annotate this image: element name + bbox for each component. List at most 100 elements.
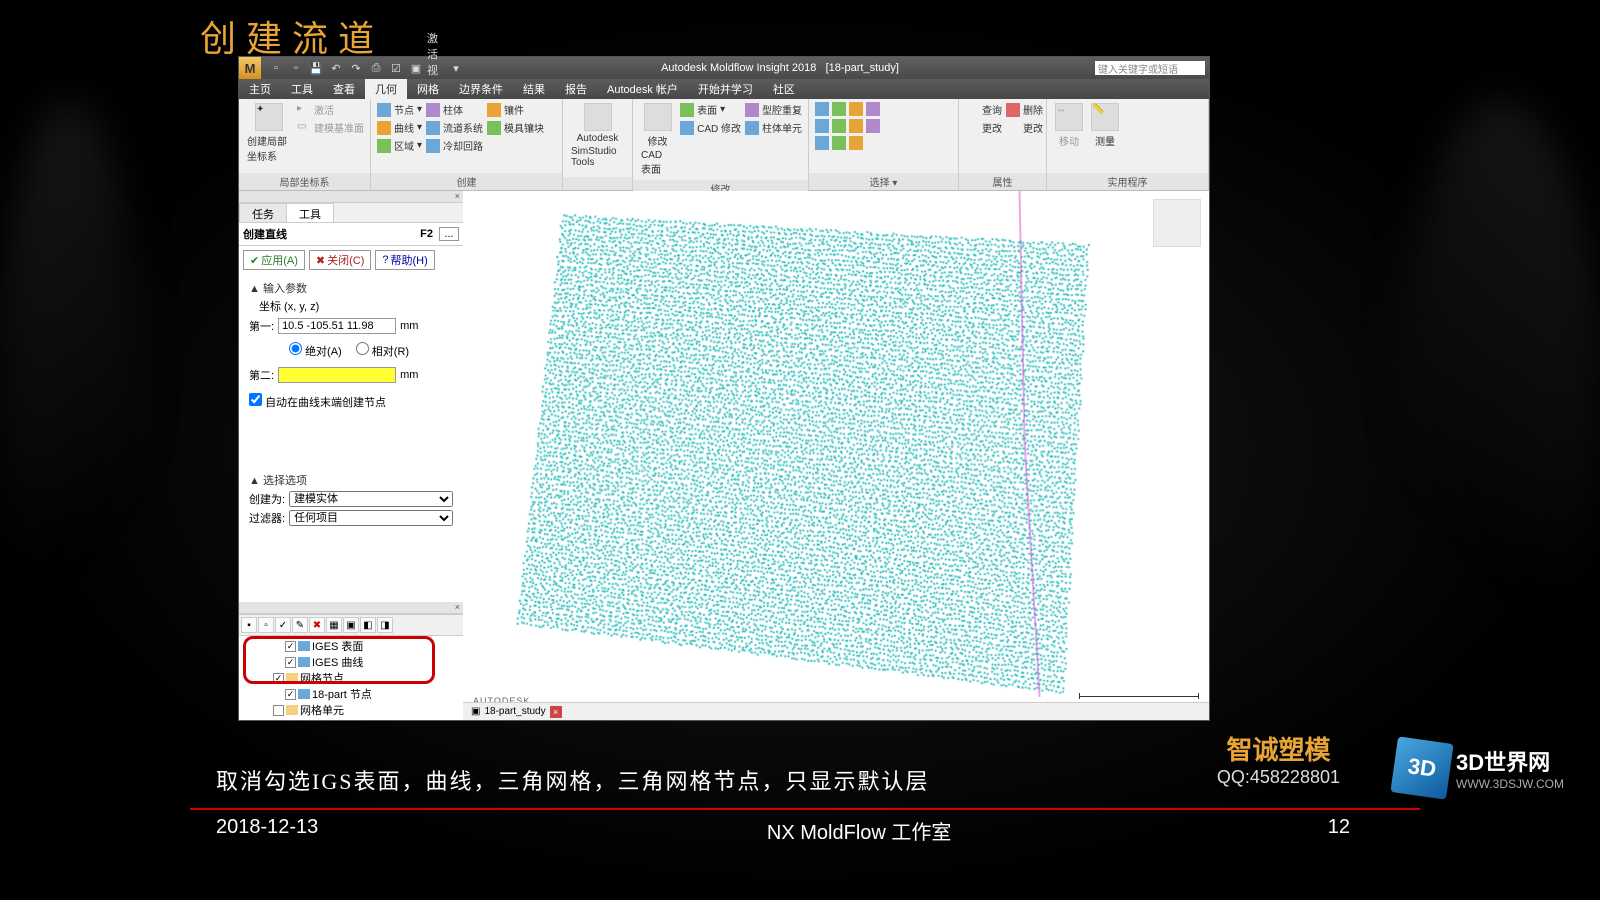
close-tab-icon[interactable]: × bbox=[550, 706, 562, 718]
menu-开始并学习[interactable]: 开始并学习 bbox=[688, 79, 763, 99]
region-button[interactable]: 区域 ▾ bbox=[377, 137, 422, 154]
tab-tools[interactable]: 工具 bbox=[286, 203, 334, 222]
tree-tb-icon[interactable]: ◧ bbox=[360, 617, 376, 633]
change-button: 更改 bbox=[965, 119, 1002, 136]
view-cube[interactable] bbox=[1153, 199, 1201, 247]
first-label: 第一: bbox=[249, 318, 274, 334]
study-tab-icon[interactable]: ▣ bbox=[471, 706, 480, 717]
menu-结果[interactable]: 结果 bbox=[513, 79, 555, 99]
curve-button[interactable]: 曲线 ▾ bbox=[377, 119, 422, 136]
menu-工具[interactable]: 工具 bbox=[281, 79, 323, 99]
qat-new-icon[interactable]: ▫ bbox=[267, 59, 285, 77]
create-lcs-button[interactable]: ✦创建局部坐标系 bbox=[245, 101, 293, 165]
cylinder-button[interactable]: 柱体 bbox=[426, 101, 483, 118]
sel-icon[interactable] bbox=[815, 136, 829, 150]
qat-print-icon[interactable]: ⎙ bbox=[367, 59, 385, 77]
filter-select[interactable]: 任何项目 bbox=[289, 510, 453, 526]
qat-view-label[interactable]: 激活视图(A) bbox=[427, 59, 445, 77]
change-button: 更改 bbox=[1006, 119, 1043, 136]
sel-icon[interactable] bbox=[832, 119, 846, 133]
coord-label: 坐标 (x, y, z) bbox=[259, 298, 453, 314]
qat-undo-icon[interactable]: ↶ bbox=[327, 59, 345, 77]
sel-icon[interactable] bbox=[849, 119, 863, 133]
surface-button[interactable]: 表面 ▾ bbox=[680, 101, 741, 118]
delete-button[interactable]: 删除 bbox=[1006, 101, 1043, 118]
auto-endpoint-checkbox[interactable]: 自动在曲线末端创建节点 bbox=[249, 397, 386, 409]
tree-item[interactable]: 网格单元 bbox=[243, 702, 459, 718]
menu-网格[interactable]: 网格 bbox=[407, 79, 449, 99]
relative-radio[interactable]: 相对(R) bbox=[356, 342, 409, 359]
menu-社区[interactable]: 社区 bbox=[763, 79, 805, 99]
tool-name: 创建直线 bbox=[243, 226, 414, 242]
cavity-dup-button[interactable]: 型腔重复 bbox=[745, 101, 802, 118]
qat-view-icon[interactable]: ▣ bbox=[407, 59, 425, 77]
tree-tb-icon[interactable]: ✓ bbox=[275, 617, 291, 633]
apply-button[interactable]: ✔ 应用(A) bbox=[243, 250, 305, 270]
close-button[interactable]: ✖ 关闭(C) bbox=[309, 250, 372, 270]
qat-chk-icon[interactable]: ☑ bbox=[387, 59, 405, 77]
tree-tb-icon[interactable]: ▦ bbox=[326, 617, 342, 633]
menu-Autodesk 帐户[interactable]: Autodesk 帐户 bbox=[597, 79, 688, 99]
node-button[interactable]: 节点 ▾ bbox=[377, 101, 422, 118]
menu-边界条件[interactable]: 边界条件 bbox=[449, 79, 513, 99]
more-button[interactable]: ... bbox=[439, 227, 459, 241]
tree-item[interactable]: ✓IGES 表面 bbox=[243, 638, 459, 654]
title-text: Autodesk Moldflow Insight 2018 [18-part_… bbox=[465, 62, 1095, 74]
menu-主页[interactable]: 主页 bbox=[239, 79, 281, 99]
app-icon[interactable]: M bbox=[239, 57, 261, 79]
simstudio-button[interactable]: AutodeskSimStudio Tools bbox=[569, 101, 626, 170]
insert-button[interactable]: 镶件 bbox=[487, 101, 544, 118]
tree-item[interactable]: ✓网格节点 bbox=[243, 670, 459, 686]
cyl-elem-button[interactable]: 柱体单元 bbox=[745, 119, 802, 136]
panel-close-icon[interactable]: × bbox=[239, 602, 463, 614]
unit-label: mm bbox=[400, 369, 418, 381]
measure-button[interactable]: 📏测量 bbox=[1089, 101, 1121, 150]
tree-tb-icon[interactable]: ◨ bbox=[377, 617, 393, 633]
search-input[interactable]: 键入关键字或短语 bbox=[1095, 61, 1205, 75]
create-as-label: 创建为: bbox=[249, 491, 285, 507]
create-as-select[interactable]: 建模实体 bbox=[289, 491, 453, 507]
input-params-header[interactable]: ▲ 输入参数 bbox=[249, 280, 453, 296]
first-coord-input[interactable] bbox=[278, 318, 396, 334]
qat-redo-icon[interactable]: ↷ bbox=[347, 59, 365, 77]
runner-button[interactable]: 流道系统 bbox=[426, 119, 483, 136]
cad-modify-button[interactable]: CAD 修改 bbox=[680, 119, 741, 136]
tree-tb-icon[interactable]: ▫ bbox=[258, 617, 274, 633]
sel-icon[interactable] bbox=[815, 102, 829, 116]
menu-几何[interactable]: 几何 bbox=[365, 79, 407, 99]
sel-icon[interactable] bbox=[866, 102, 880, 116]
footer-page: 12 bbox=[1328, 816, 1350, 839]
ribbon: ✦创建局部坐标系 ▸激活 ▭建模基准面 局部坐标系 节点 ▾ 曲线 ▾ 区域 ▾… bbox=[239, 99, 1209, 191]
panel-close-icon[interactable]: × bbox=[239, 191, 463, 203]
tree-tb-icon[interactable]: ✎ bbox=[292, 617, 308, 633]
qat-open-icon[interactable]: ▫ bbox=[287, 59, 305, 77]
sel-icon[interactable] bbox=[832, 136, 846, 150]
ribbon-group-label: 创建 bbox=[371, 173, 562, 190]
study-tab[interactable]: 18-part_study bbox=[484, 706, 545, 717]
help-button[interactable]: ? 帮助(H) bbox=[375, 250, 434, 270]
second-coord-input[interactable] bbox=[278, 367, 396, 383]
absolute-radio[interactable]: 绝对(A) bbox=[289, 342, 342, 359]
chevron-down-icon[interactable]: ▾ bbox=[447, 59, 465, 77]
tree-tb-icon[interactable]: ▣ bbox=[343, 617, 359, 633]
tree-item[interactable]: ✓18-part 节点 bbox=[243, 686, 459, 702]
menu-报告[interactable]: 报告 bbox=[555, 79, 597, 99]
qat-save-icon[interactable]: 💾 bbox=[307, 59, 325, 77]
sel-icon[interactable] bbox=[849, 102, 863, 116]
menu-查看[interactable]: 查看 bbox=[323, 79, 365, 99]
ribbon-group-label: 属性 bbox=[959, 173, 1046, 190]
tab-tasks[interactable]: 任务 bbox=[239, 203, 287, 222]
tree-item[interactable]: ✓IGES 曲线 bbox=[243, 654, 459, 670]
mold-insert-button[interactable]: 模具镶块 bbox=[487, 119, 544, 136]
modify-cad-button[interactable]: 修改CAD 表面 bbox=[639, 101, 676, 178]
viewport[interactable]: AUTODESKMOLDFLOW INSIGHT 缩放 (20 mm) ▣ 18… bbox=[463, 191, 1209, 720]
sel-icon[interactable] bbox=[849, 136, 863, 150]
activate-button: ▸激活 bbox=[297, 101, 364, 118]
sel-icon[interactable] bbox=[832, 102, 846, 116]
sel-icon[interactable] bbox=[866, 119, 880, 133]
tree-tb-icon[interactable]: ▪ bbox=[241, 617, 257, 633]
sel-icon[interactable] bbox=[815, 119, 829, 133]
select-opts-header[interactable]: ▲ 选择选项 bbox=[249, 472, 453, 488]
tree-tb-icon[interactable]: ✖ bbox=[309, 617, 325, 633]
cooling-button[interactable]: 冷却回路 bbox=[426, 137, 483, 154]
